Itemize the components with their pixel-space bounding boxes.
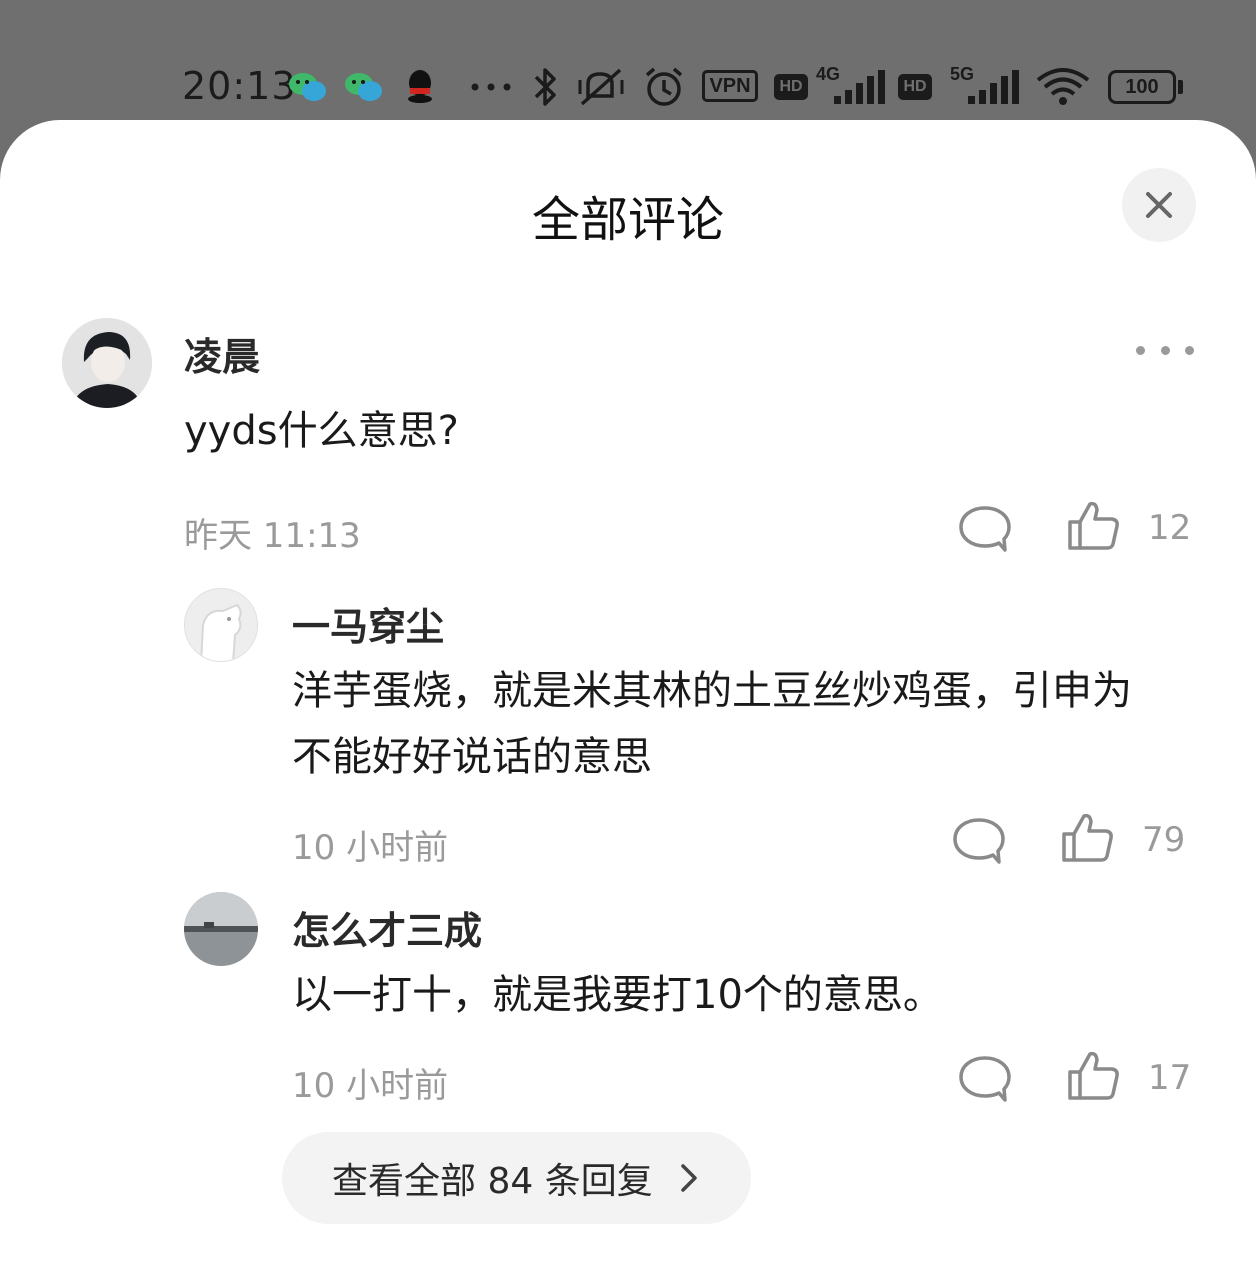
avatar[interactable] [62, 318, 152, 408]
more-dots-icon [471, 83, 511, 91]
like-icon[interactable] [1066, 500, 1122, 552]
alarm-icon [645, 67, 683, 106]
view-all-label: 查看全部 84 条回复 [332, 1161, 653, 1202]
avatar-image [62, 318, 152, 408]
reply-author[interactable]: 怎么才三成 [292, 900, 482, 955]
reply-text-line: 以一打十，就是我要打10个的意思。 [292, 972, 943, 1018]
avatar[interactable] [184, 892, 258, 966]
view-all-replies-button[interactable]: 查看全部 84 条回复 [282, 1132, 751, 1224]
vibrate-off-icon [578, 68, 624, 106]
battery-tip [1178, 80, 1183, 94]
like-icon[interactable] [1066, 1050, 1122, 1102]
chevron-right-icon [680, 1164, 697, 1192]
battery-icon: 100 [1108, 70, 1176, 104]
hd-icon: HD [774, 74, 808, 100]
dot [1185, 345, 1194, 355]
close-button[interactable] [1122, 168, 1196, 242]
avatar-image [185, 589, 257, 661]
status-time: 20:13 [182, 64, 297, 108]
signal-icon [968, 70, 1019, 104]
comments-sheet: 全部评论 凌晨 yyds什么意思? 昨天 11:13 12 一马穿尘 洋芋蛋烧，… [0, 120, 1256, 1280]
like-count: 12 [1148, 508, 1192, 548]
close-icon [1146, 192, 1172, 218]
more-options-button[interactable] [1136, 340, 1194, 360]
hd-icon: HD [898, 74, 932, 100]
like-icon[interactable] [1060, 812, 1116, 864]
reply-text-line: 洋芋蛋烧，就是米其林的土豆丝炒鸡蛋，引申为 [292, 668, 1132, 714]
like-count: 79 [1142, 820, 1186, 860]
reply-icon[interactable] [958, 504, 1012, 554]
reply-time: 10 小时前 [292, 1066, 449, 1106]
qq-icon [408, 70, 432, 103]
status-bar: 20:13 VPN HD 4G HD 5G 100 [0, 0, 1256, 120]
reply-icon[interactable] [952, 816, 1006, 866]
like-count: 17 [1148, 1058, 1192, 1098]
signal-icon [834, 70, 885, 104]
wechat-icon [345, 73, 382, 101]
sheet-title: 全部评论 [531, 192, 724, 248]
avatar[interactable] [184, 588, 258, 662]
comment-author[interactable]: 凌晨 [184, 326, 260, 381]
dot [1136, 345, 1145, 355]
wechat-icon [289, 73, 326, 101]
reply-author[interactable]: 一马穿尘 [292, 596, 444, 651]
comment-time: 昨天 11:13 [184, 516, 361, 556]
dot [1160, 345, 1170, 355]
avatar-image [184, 892, 258, 966]
reply-time: 10 小时前 [292, 828, 449, 868]
wifi-icon [1036, 68, 1090, 105]
bluetooth-icon [534, 68, 556, 106]
comment-text: yyds什么意思? [184, 408, 459, 454]
reply-icon[interactable] [958, 1054, 1012, 1104]
vpn-icon: VPN [702, 70, 758, 102]
reply-text-line: 不能好好说话的意思 [292, 734, 652, 780]
